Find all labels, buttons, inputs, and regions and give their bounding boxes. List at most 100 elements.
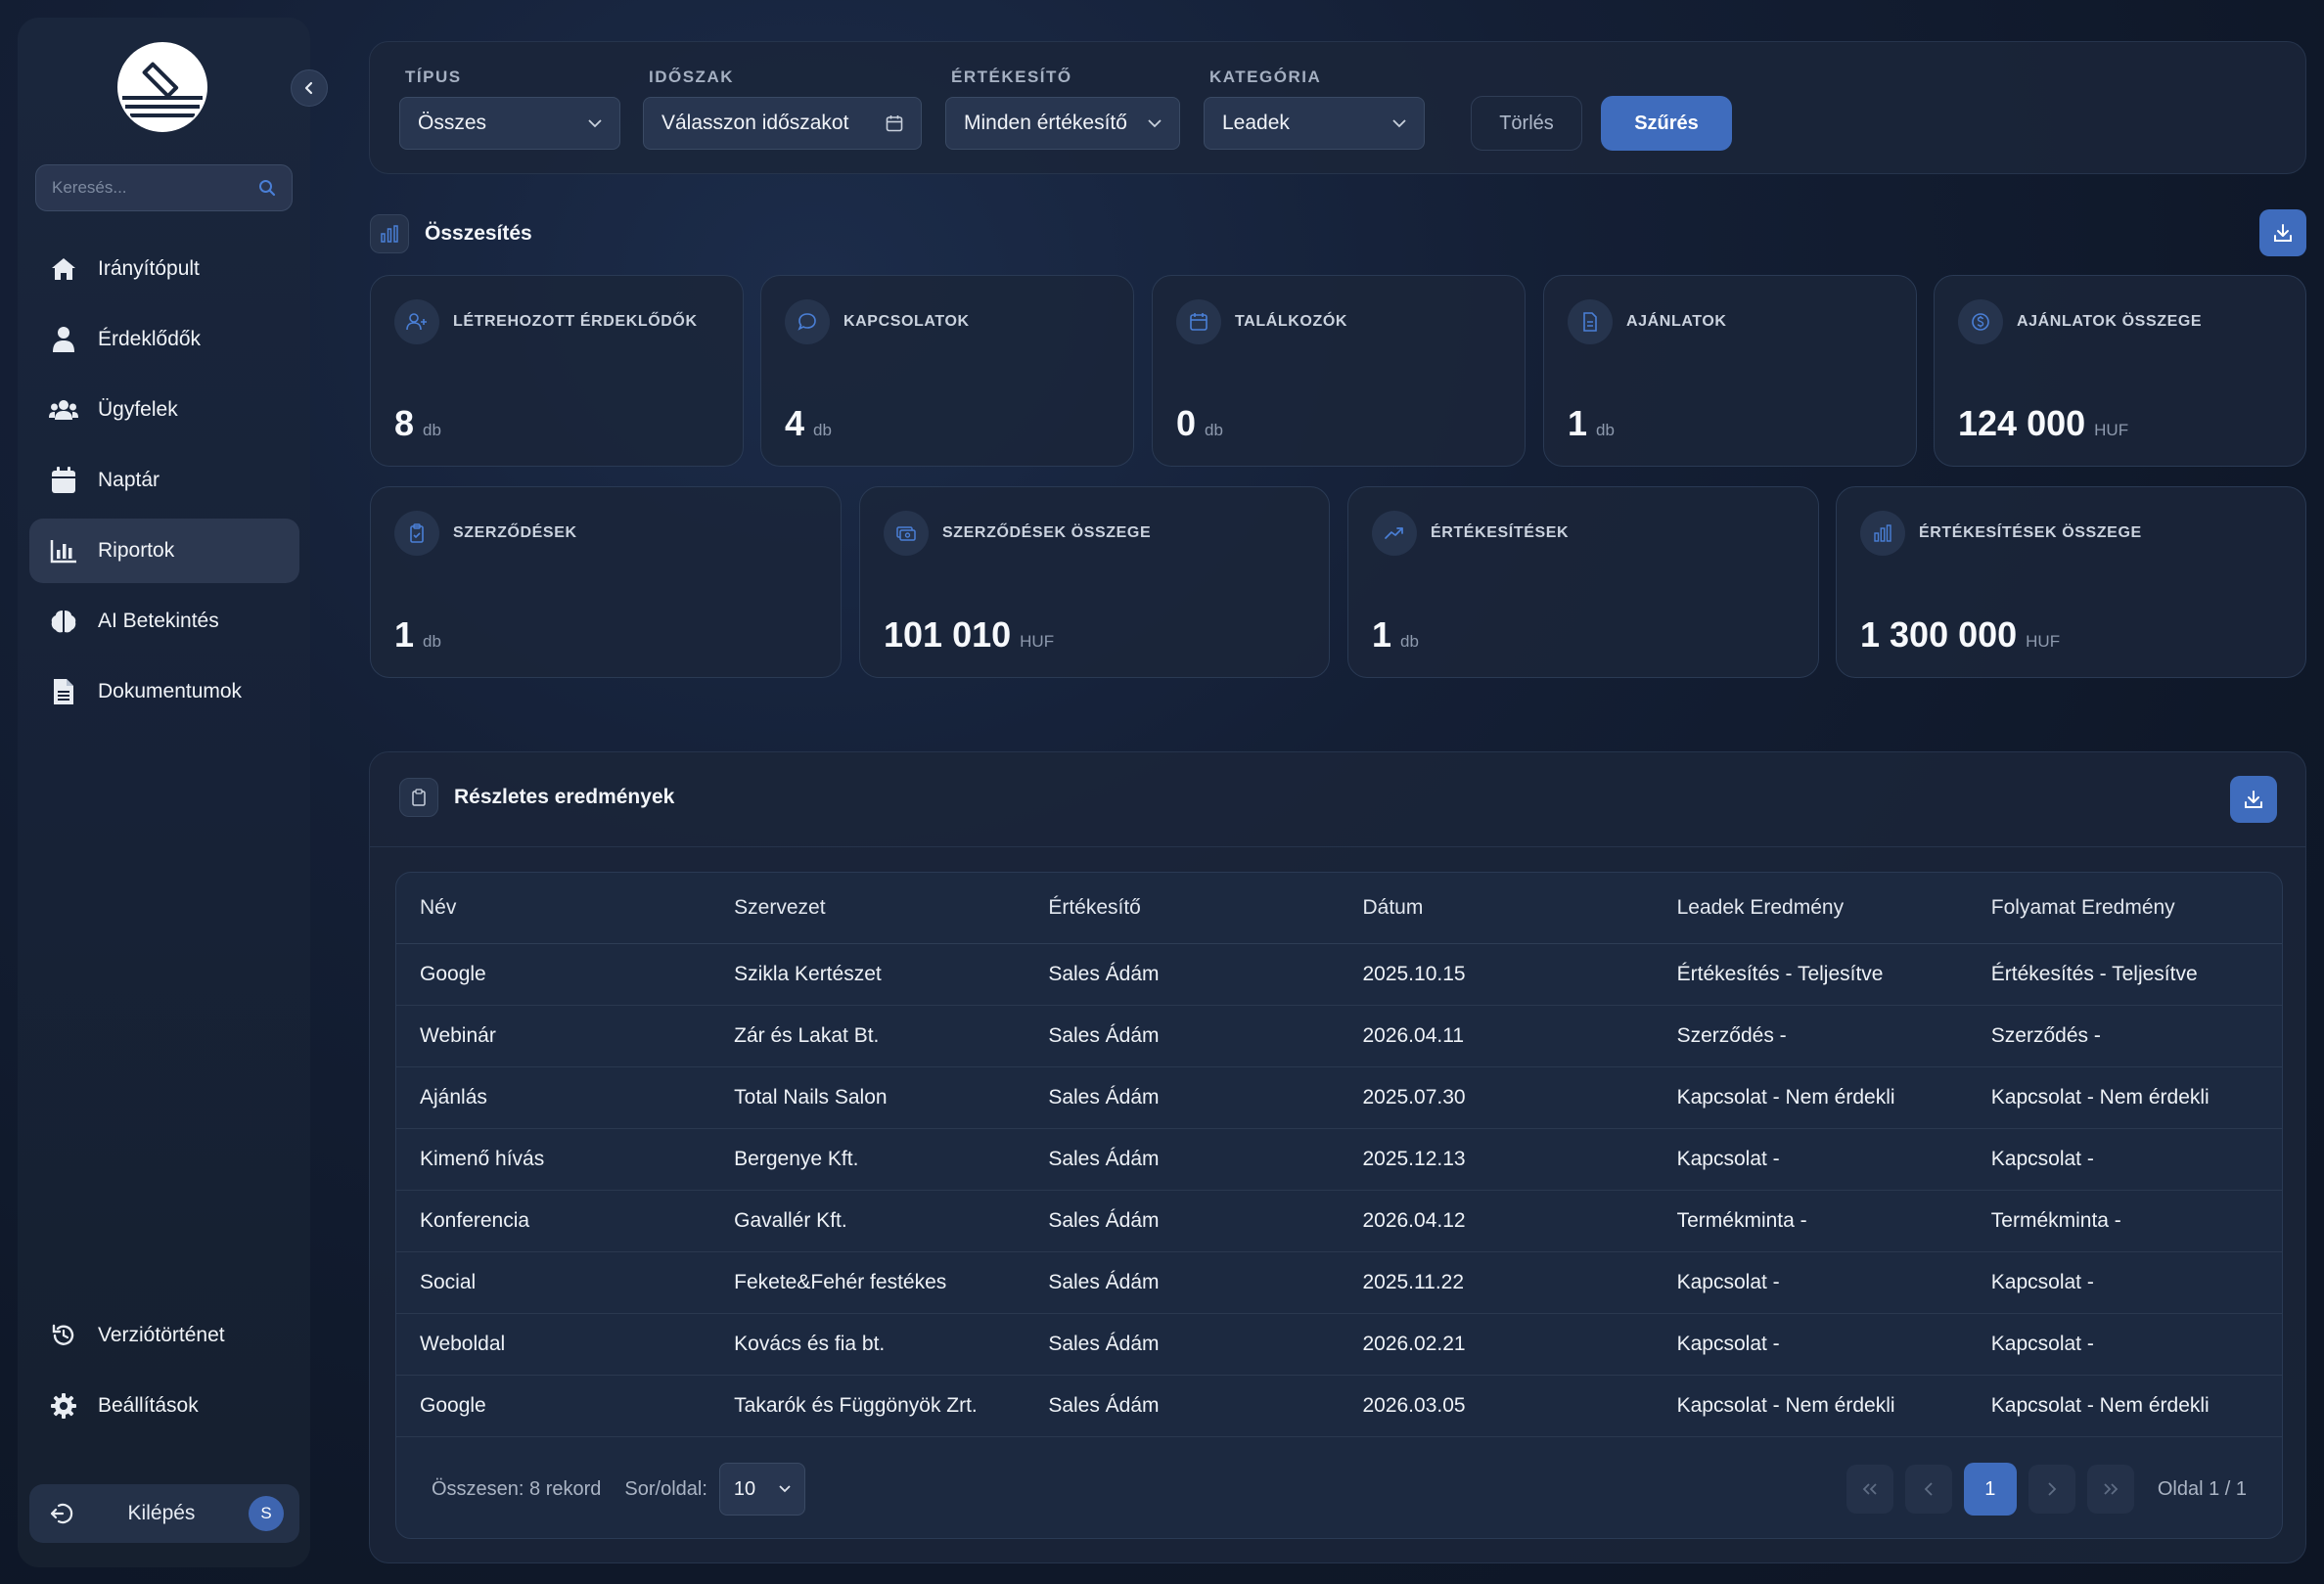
table-row[interactable]: Social Fekete&Fehér festékes Sales Ádám 202… — [396, 1251, 2282, 1314]
cell: Értékesítés - Teljesítve — [1653, 943, 1968, 1006]
chevron-left-icon — [304, 81, 313, 95]
cell: Szerződés - — [1653, 1005, 1968, 1067]
clear-button[interactable]: Törlés — [1471, 96, 1582, 151]
page-info: Oldal 1 / 1 — [2157, 1477, 2247, 1500]
type-select[interactable]: Összes — [399, 97, 620, 150]
table-row[interactable]: Kimenő hívás Bergenye Kft. Sales Ádám 2025.… — [396, 1128, 2282, 1191]
users-icon — [49, 395, 78, 425]
calendar-icon — [1176, 299, 1221, 344]
sidebar-item-beallitasok[interactable]: Beállítások — [29, 1374, 299, 1438]
column-header[interactable]: Leadek Eredmény — [1653, 873, 1968, 944]
stat-label: ÉRTÉKESÍTÉSEK — [1431, 524, 1570, 541]
stat-card-sales-total: ÉRTÉKESÍTÉSEK ÖSSZEGE 1 300 000 HUF — [1836, 486, 2306, 678]
sidebar-item-ai-betekintes[interactable]: AI Betekintés — [29, 589, 299, 654]
category-select-value: Leadek — [1222, 112, 1290, 134]
results-header: Részletes eredmények — [399, 778, 674, 817]
last-page-button[interactable] — [2086, 1465, 2134, 1514]
column-header[interactable]: Szervezet — [710, 873, 1025, 944]
prev-page-button[interactable] — [1904, 1465, 1952, 1514]
stat-value: 4 — [785, 403, 805, 443]
column-header[interactable]: Folyamat Eredmény — [1967, 873, 2282, 944]
column-header[interactable]: Név — [396, 873, 711, 944]
chevron-down-icon — [1148, 118, 1162, 127]
chart-icon — [49, 536, 78, 566]
stat-value: 0 — [1176, 403, 1197, 443]
first-page-button[interactable] — [1846, 1465, 1893, 1514]
sidebar-item-label: Beállítások — [98, 1394, 199, 1417]
filter-seller-label: ÉRTÉKESÍTŐ — [951, 68, 1072, 86]
stat-card-offers: AJÁNLATOK 1 db — [1543, 275, 1917, 467]
search-input[interactable] — [52, 178, 258, 198]
double-chevron-right-icon — [2104, 1483, 2119, 1495]
sidebar-item-label: Ügyfelek — [98, 398, 178, 421]
clipboard-icon — [399, 778, 438, 817]
collapse-sidebar-button[interactable] — [291, 69, 328, 107]
column-header[interactable]: Értékesítő — [1025, 873, 1340, 944]
cell: Kapcsolat - Nem érdekli — [1653, 1375, 1968, 1437]
cell: Szerződés - — [1967, 1005, 2282, 1067]
category-select[interactable]: Leadek — [1204, 97, 1425, 150]
document-icon — [49, 677, 78, 706]
cell: Termékminta - — [1653, 1190, 1968, 1252]
history-icon — [49, 1321, 78, 1350]
sidebar-item-riportok[interactable]: Riportok — [29, 519, 299, 583]
sidebar-item-iranyitopult[interactable]: Irányítópult — [29, 237, 299, 301]
logout-button[interactable]: Kilépés S — [29, 1484, 299, 1543]
coin-icon — [1958, 299, 2003, 344]
cell: Zár és Lakat Bt. — [710, 1005, 1025, 1067]
cell: Sales Ádám — [1025, 1128, 1340, 1191]
double-chevron-left-icon — [1862, 1483, 1877, 1495]
stat-label: AJÁNLATOK — [1626, 313, 1727, 330]
sidebar-search[interactable] — [35, 164, 293, 211]
period-select[interactable]: Válasszon időszakot — [643, 97, 922, 150]
table-row[interactable]: Konferencia Gavallér Kft. Sales Ádám 2026.0… — [396, 1190, 2282, 1252]
table-row[interactable]: Google Takarók és Függönyök Zrt. Sales Ádá… — [396, 1375, 2282, 1437]
app-logo[interactable] — [116, 41, 208, 133]
seller-select[interactable]: Minden értékesítő — [945, 97, 1180, 150]
per-page-select[interactable]: 10 — [718, 1463, 805, 1516]
stat-card-contacts: KAPCSOLATOK 4 db — [760, 275, 1134, 467]
per-page-label: Sor/oldal: — [624, 1477, 707, 1500]
cell: Kimenő hívás — [396, 1128, 711, 1191]
summary-download-button[interactable] — [2259, 209, 2306, 256]
stat-card-contracts-total: SZERZŐDÉSEK ÖSSZEGE 101 010 HUF — [859, 486, 1330, 678]
sidebar-item-verziotortenet[interactable]: Verziótörténet — [29, 1303, 299, 1368]
table-row[interactable]: Webinár Zár és Lakat Bt. Sales Ádám 2026.04… — [396, 1005, 2282, 1067]
cell: Kapcsolat - — [1653, 1251, 1968, 1314]
avatar[interactable]: S — [249, 1496, 284, 1531]
page-button-current[interactable]: 1 — [1963, 1463, 2017, 1516]
filter-seller: ÉRTÉKESÍTŐ Minden értékesítő — [945, 68, 1180, 150]
cell: Social — [396, 1251, 711, 1314]
table-row[interactable]: Google Szikla Kertészet Sales Ádám 2025.10.… — [396, 943, 2282, 1006]
cell: Értékesítés - Teljesítve — [1967, 943, 2282, 1006]
table-row[interactable]: Weboldal Kovács és fia bt. Sales Ádám 2026.… — [396, 1313, 2282, 1376]
cell: Kapcsolat - — [1967, 1251, 2282, 1314]
sidebar-item-dokumentumok[interactable]: Dokumentumok — [29, 659, 299, 724]
divider — [370, 846, 2305, 847]
stat-value: 1 300 000 — [1860, 614, 2018, 655]
stat-unit: HUF — [2094, 421, 2129, 439]
type-select-value: Összes — [418, 112, 487, 134]
sidebar-item-ugyfelek[interactable]: Ügyfelek — [29, 378, 299, 442]
summary-title: Összesítés — [425, 222, 532, 245]
next-page-button[interactable] — [2028, 1465, 2075, 1514]
filter-button[interactable]: Szűrés — [1601, 96, 1732, 151]
summary-header: Összesítés — [370, 214, 532, 253]
stat-value: 124 000 — [1958, 403, 2086, 443]
cell: Kapcsolat - — [1967, 1128, 2282, 1191]
cell: Kapcsolat - Nem érdekli — [1653, 1066, 1968, 1129]
table-row[interactable]: Ajánlás Total Nails Salon Sales Ádám 2025.0… — [396, 1066, 2282, 1129]
results-panel: Részletes eredmények Név Szervezet Érték… — [369, 751, 2306, 1563]
sidebar-item-label: Érdeklődők — [98, 328, 202, 350]
search-icon — [259, 180, 276, 197]
home-icon — [49, 254, 78, 284]
cell: Konferencia — [396, 1190, 711, 1252]
column-header[interactable]: Dátum — [1339, 873, 1654, 944]
cell: Total Nails Salon — [710, 1066, 1025, 1129]
results-download-button[interactable] — [2230, 776, 2277, 823]
sidebar-item-label: Verziótörténet — [98, 1324, 225, 1346]
sidebar-item-erdeklodok[interactable]: Érdeklődők — [29, 307, 299, 372]
stat-value: 1 — [1568, 403, 1588, 443]
sidebar-item-naptar[interactable]: Naptár — [29, 448, 299, 513]
results-title: Részletes eredmények — [454, 786, 675, 808]
